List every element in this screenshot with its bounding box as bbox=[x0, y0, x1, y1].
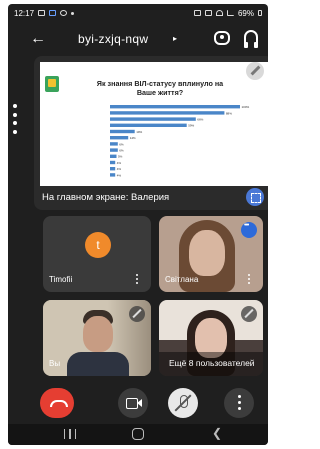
side-menu-handle[interactable] bbox=[12, 104, 18, 134]
bar-value-label: 19% bbox=[136, 130, 142, 134]
bar-value-label: 6% bbox=[119, 149, 124, 153]
more-notifications-dot bbox=[71, 11, 75, 15]
bar-value-label: 100% bbox=[242, 105, 250, 109]
dot bbox=[13, 121, 17, 126]
bar-value-label: 6% bbox=[119, 142, 124, 146]
battery-icon bbox=[258, 10, 262, 16]
status-time: 12:17 bbox=[14, 8, 35, 18]
gallery-notification-icon bbox=[38, 10, 46, 16]
switch-camera-icon[interactable] bbox=[214, 31, 230, 45]
bar-value-label: 4% bbox=[117, 167, 122, 171]
chart-bar bbox=[110, 154, 117, 158]
chart-bar bbox=[110, 123, 187, 127]
app-notification-icon bbox=[49, 10, 57, 16]
chart-bar bbox=[110, 160, 116, 165]
participant-name: Світлана bbox=[165, 275, 199, 284]
back-arrow-icon[interactable]: ← bbox=[30, 30, 46, 48]
participant-tile-svetlana[interactable]: Світлана bbox=[159, 216, 263, 292]
tile-menu-icon[interactable] bbox=[248, 274, 251, 284]
bar-value-label: 4% bbox=[117, 161, 122, 165]
meeting-header: ← byi-zxjq-nqw ▸ bbox=[8, 26, 268, 52]
microphone-toggle-button[interactable] bbox=[168, 388, 198, 418]
battery-level: 69% bbox=[237, 8, 254, 18]
chevron-right-icon[interactable]: ▸ bbox=[173, 34, 177, 43]
participant-tile-self[interactable]: Вы bbox=[43, 300, 151, 376]
chart-bar bbox=[110, 148, 118, 152]
alarm-icon bbox=[193, 10, 201, 16]
presentation-tile[interactable]: Як знання ВІЛ-статусу вплинуло на Ваше ж… bbox=[34, 56, 268, 210]
call-controls bbox=[8, 382, 268, 422]
presenter-muted-icon bbox=[246, 62, 264, 80]
bar-value-label: 88% bbox=[226, 111, 232, 115]
participant-name: Timofii bbox=[49, 275, 73, 284]
back-icon[interactable]: ❮ bbox=[212, 426, 222, 440]
participant-tile-more[interactable]: Ещё 8 пользователей bbox=[159, 300, 263, 376]
fullscreen-icon[interactable] bbox=[246, 188, 264, 206]
tile-menu-icon[interactable] bbox=[136, 274, 139, 284]
slide-title-line2: Ваше життя? bbox=[136, 87, 184, 97]
audio-output-icon[interactable] bbox=[244, 30, 258, 48]
android-nav-bar: ❮ bbox=[8, 424, 268, 445]
dot bbox=[13, 129, 17, 134]
chart-bar bbox=[110, 105, 240, 109]
muted-mic-icon bbox=[241, 306, 257, 322]
signal-icon bbox=[226, 10, 234, 16]
chart-bar bbox=[110, 167, 116, 171]
organization-logo bbox=[45, 76, 59, 92]
participant-shirt bbox=[67, 352, 129, 376]
chart-bar bbox=[110, 129, 135, 134]
chart-bar bbox=[110, 136, 129, 140]
settings-notification-icon bbox=[60, 10, 68, 16]
meet-screen: 12:17 69% ← byi-zxjq-nqw ▸ Як знання ВІЛ… bbox=[8, 4, 268, 445]
chart-bar bbox=[110, 142, 118, 146]
bar-chart: 100% 88% 66%59% 19%14% 6% 6% 5% 4% 4% 4% bbox=[110, 105, 250, 177]
chart-bar bbox=[110, 117, 196, 121]
dot bbox=[13, 112, 17, 117]
camera-toggle-button[interactable] bbox=[118, 388, 148, 418]
vibrate-icon bbox=[204, 10, 212, 16]
dot bbox=[13, 104, 17, 108]
wifi-icon bbox=[215, 10, 223, 16]
speaking-indicator-icon bbox=[241, 222, 257, 238]
bar-value-label: 5% bbox=[118, 155, 123, 159]
participant-face bbox=[189, 230, 225, 276]
bar-value-label: 66% bbox=[197, 118, 203, 122]
participant-face bbox=[83, 316, 113, 352]
recent-apps-icon[interactable] bbox=[64, 429, 76, 439]
presenter-label: На главном экране: Валерия bbox=[42, 192, 170, 203]
chart-bar bbox=[110, 111, 225, 115]
bar-value-label: 14% bbox=[130, 136, 136, 140]
participant-name: Вы bbox=[49, 359, 61, 368]
bar-value-label: 59% bbox=[188, 124, 194, 128]
meeting-code[interactable]: byi-zxjq-nqw bbox=[78, 32, 148, 46]
slide-title: Як знання ВІЛ-статусу вплинуло на Ваше ж… bbox=[80, 79, 240, 97]
status-bar: 12:17 69% bbox=[8, 4, 268, 22]
avatar: t bbox=[85, 232, 111, 258]
participant-tile-timofii[interactable]: t Timofii bbox=[43, 216, 151, 292]
more-options-button[interactable] bbox=[224, 388, 254, 418]
more-participants-label[interactable]: Ещё 8 пользователей bbox=[169, 358, 255, 368]
shared-slide: Як знання ВІЛ-статусу вплинуло на Ваше ж… bbox=[40, 62, 268, 186]
bar-value-label: 4% bbox=[117, 173, 122, 177]
chart-bar bbox=[110, 173, 116, 177]
muted-mic-icon bbox=[129, 306, 145, 322]
home-icon[interactable] bbox=[132, 428, 144, 440]
end-call-button[interactable] bbox=[40, 388, 74, 418]
